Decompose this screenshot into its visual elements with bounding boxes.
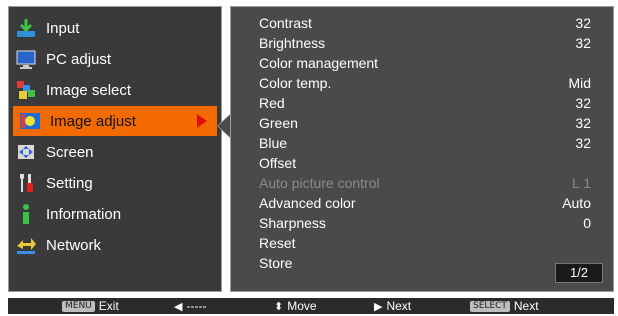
pc-adjust-icon: [14, 47, 38, 71]
setting-row-red[interactable]: Red 32: [259, 93, 591, 113]
setting-row-brightness[interactable]: Brightness 32: [259, 33, 591, 53]
arrow-up-down-icon: ⬍: [274, 300, 284, 313]
setting-value: L 1: [572, 175, 591, 191]
menu-item-label: Image select: [46, 81, 132, 99]
image-select-icon: [14, 78, 38, 102]
setting-row-offset[interactable]: Offset: [259, 153, 591, 173]
setting-value: 32: [575, 115, 591, 131]
setting-row-auto-picture-control: Auto picture control L 1: [259, 173, 591, 193]
setting-value: 32: [575, 15, 591, 31]
hint-back-label: -----: [186, 299, 207, 313]
menu-item-screen[interactable]: Screen: [9, 137, 221, 167]
hint-exit: MENU Exit: [62, 298, 119, 314]
setting-row-advanced-color[interactable]: Advanced color Auto: [259, 193, 591, 213]
hint-select: SELECT Next: [470, 298, 539, 314]
menu-item-label: Image adjust: [50, 112, 136, 130]
hint-next: ▶ Next: [374, 298, 411, 314]
navigation-hint-bar: MENU Exit ◀ ----- ⬍ Move ▶ Next SELECT N…: [8, 298, 614, 314]
setting-label: Blue: [259, 135, 288, 151]
setting-value: 0: [583, 215, 591, 231]
menu-item-label: PC adjust: [46, 50, 112, 68]
menu-item-input[interactable]: Input: [9, 13, 221, 43]
page-indicator: 1/2: [555, 263, 603, 283]
image-adjust-icon: [18, 109, 42, 133]
setting-label: Red: [259, 95, 285, 111]
setting-row-sharpness[interactable]: Sharpness 0: [259, 213, 591, 233]
setting-row-color-management[interactable]: Color management: [259, 53, 591, 73]
menu-item-label: Network: [46, 236, 102, 254]
hint-move-label: Move: [287, 299, 317, 313]
setting-label: Color temp.: [259, 75, 332, 91]
setting-row-blue[interactable]: Blue 32: [259, 133, 591, 153]
input-icon: [14, 16, 38, 40]
hint-next-label: Next: [386, 299, 412, 313]
menu-item-label: Input: [46, 19, 80, 37]
menu-item-setting[interactable]: Setting: [9, 168, 221, 198]
submenu-arrow-icon: [197, 114, 207, 128]
menu-item-label: Setting: [46, 174, 93, 192]
setting-value: Auto: [562, 195, 591, 211]
screen-icon: [14, 140, 38, 164]
menu-key-icon: MENU: [62, 300, 95, 312]
setting-row-green[interactable]: Green 32: [259, 113, 591, 133]
setting-row-color-temp[interactable]: Color temp. Mid: [259, 73, 591, 93]
setting-icon: [14, 171, 38, 195]
image-adjust-settings-panel: Contrast 32 Brightness 32 Color manageme…: [230, 6, 614, 292]
setting-label: Green: [259, 115, 298, 131]
menu-item-image-adjust[interactable]: Image adjust: [13, 106, 217, 136]
hint-select-label: Next: [513, 299, 539, 313]
information-icon: [14, 202, 38, 226]
main-menu-panel: Input PC adjust Image select Image adjus…: [8, 6, 222, 292]
setting-label: Brightness: [259, 35, 326, 51]
menu-item-pc-adjust[interactable]: PC adjust: [9, 44, 221, 74]
setting-label: Auto picture control: [259, 175, 380, 191]
select-key-icon: SELECT: [470, 300, 510, 312]
setting-value: 32: [575, 135, 591, 151]
hint-move: ⬍ Move: [274, 298, 317, 314]
setting-label: Contrast: [259, 15, 312, 31]
menu-item-label: Screen: [46, 143, 94, 161]
panel-pointer: [218, 115, 230, 137]
setting-label: Color management: [259, 55, 379, 71]
hint-exit-label: Exit: [98, 299, 119, 313]
setting-label: Reset: [259, 235, 296, 251]
menu-item-image-select[interactable]: Image select: [9, 75, 221, 105]
arrow-left-icon: ◀: [174, 300, 183, 313]
menu-item-network[interactable]: Network: [9, 230, 221, 260]
setting-label: Sharpness: [259, 215, 326, 231]
setting-row-store[interactable]: Store: [259, 253, 591, 273]
hint-back: ◀ -----: [174, 298, 206, 314]
setting-value: Mid: [568, 75, 591, 91]
setting-row-reset[interactable]: Reset: [259, 233, 591, 253]
setting-label: Advanced color: [259, 195, 356, 211]
setting-label: Store: [259, 255, 293, 271]
setting-value: 32: [575, 35, 591, 51]
setting-value: 32: [575, 95, 591, 111]
setting-row-contrast[interactable]: Contrast 32: [259, 13, 591, 33]
projector-osd: Input PC adjust Image select Image adjus…: [2, 2, 616, 314]
network-icon: [14, 233, 38, 257]
menu-item-information[interactable]: Information: [9, 199, 221, 229]
arrow-right-icon: ▶: [374, 300, 383, 313]
menu-item-label: Information: [46, 205, 122, 223]
setting-label: Offset: [259, 155, 297, 171]
